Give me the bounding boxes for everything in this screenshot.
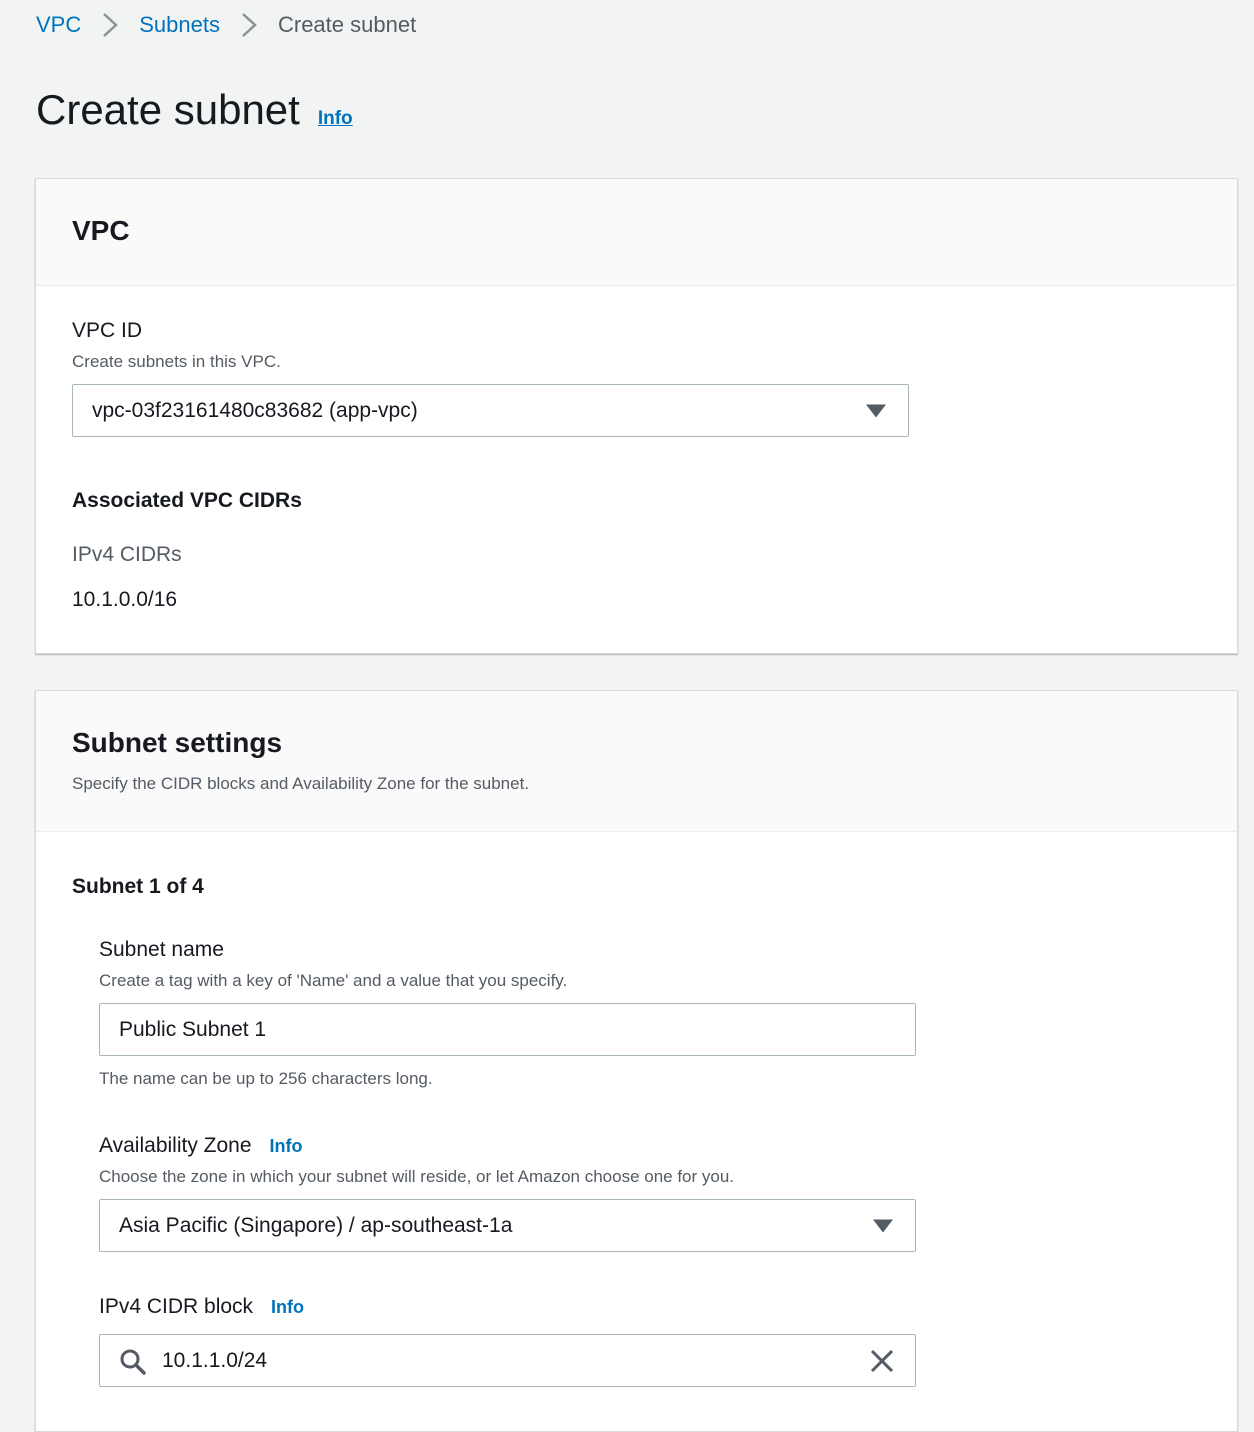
breadcrumb-current: Create subnet <box>277 12 417 37</box>
subnet-settings-description: Specify the CIDR blocks and Availability… <box>72 774 530 793</box>
subnet-settings-header: Subnet settings Specify the CIDR blocks … <box>36 691 1237 832</box>
breadcrumb: VPC Subnets Create subnet <box>36 8 416 42</box>
vpc-id-description: Create subnets in this VPC. <box>72 352 281 371</box>
az-label: Availability Zone <box>99 1134 252 1157</box>
chevron-right-icon <box>93 8 127 42</box>
caret-down-icon <box>866 404 886 417</box>
subnet-count-heading: Subnet 1 of 4 <box>72 875 204 898</box>
vpc-panel: VPC VPC ID Create subnets in this VPC. v… <box>35 178 1238 654</box>
subnet-name-hint: The name can be up to 256 characters lon… <box>99 1069 433 1088</box>
chevron-right-icon <box>232 8 266 42</box>
vpc-id-select-value: vpc-03f23161480c83682 (app-vpc) <box>92 398 418 422</box>
ipv4-cidrs-label: IPv4 CIDRs <box>72 543 182 566</box>
ipv4-cidrs-value: 10.1.0.0/16 <box>72 588 178 611</box>
az-label-row: Availability Zone Info <box>99 1134 303 1158</box>
cidr-info-link[interactable]: Info <box>271 1297 304 1318</box>
page-title: Create subnet <box>36 86 300 133</box>
close-icon[interactable] <box>869 1348 895 1379</box>
page-header: Create subnet Info <box>36 86 353 134</box>
subnet-name-input-value: Public Subnet 1 <box>119 1017 267 1041</box>
vpc-panel-title: VPC <box>72 215 130 246</box>
breadcrumb-link-vpc[interactable]: VPC <box>36 12 81 38</box>
availability-zone-select[interactable]: Asia Pacific (Singapore) / ap-southeast-… <box>99 1199 916 1252</box>
subnet-settings-title: Subnet settings <box>72 727 283 758</box>
subnet-name-input[interactable]: Public Subnet 1 <box>99 1003 916 1056</box>
az-description: Choose the zone in which your subnet wil… <box>99 1167 735 1186</box>
subnet-name-description: Create a tag with a key of 'Name' and a … <box>99 971 568 990</box>
vpc-panel-header: VPC <box>36 179 1237 286</box>
associated-cidrs-heading: Associated VPC CIDRs <box>72 489 302 512</box>
vpc-id-select[interactable]: vpc-03f23161480c83682 (app-vpc) <box>72 384 909 437</box>
subnet-settings-panel: Subnet settings Specify the CIDR blocks … <box>35 690 1238 1432</box>
az-select-value: Asia Pacific (Singapore) / ap-southeast-… <box>119 1213 513 1237</box>
page-info-link[interactable]: Info <box>318 108 353 130</box>
subnet-name-label: Subnet name <box>99 938 224 961</box>
vpc-id-label: VPC ID <box>72 319 143 342</box>
search-icon <box>119 1348 147 1381</box>
caret-down-icon <box>873 1219 893 1232</box>
breadcrumb-link-subnets[interactable]: Subnets <box>139 12 220 38</box>
ipv4-cidr-block-label: IPv4 CIDR block <box>99 1295 254 1318</box>
cidr-label-row: IPv4 CIDR block Info <box>99 1295 304 1319</box>
az-info-link[interactable]: Info <box>270 1136 303 1157</box>
ipv4-cidr-block-input[interactable]: 10.1.1.0/24 <box>99 1334 916 1387</box>
